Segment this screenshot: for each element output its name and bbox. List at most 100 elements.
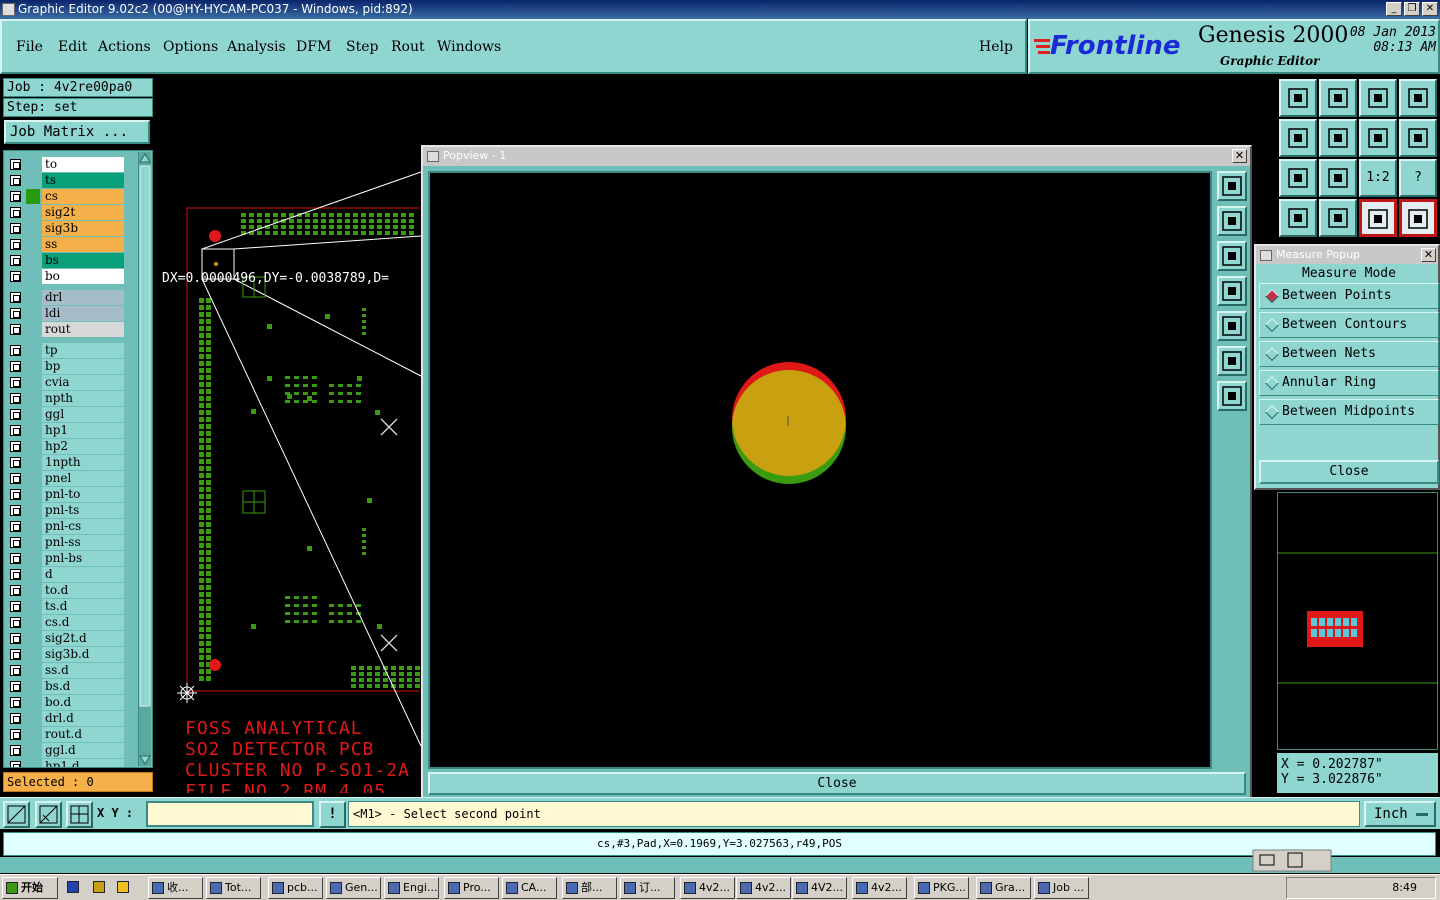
- menu-edit[interactable]: Edit: [58, 39, 87, 55]
- layer-name[interactable]: ggl.d: [42, 743, 124, 758]
- snap-point-button[interactable]: [1319, 199, 1357, 237]
- layer-name[interactable]: cs: [42, 189, 124, 204]
- popview-center-button[interactable]: [1217, 381, 1247, 411]
- layer-checkbox[interactable]: [10, 409, 21, 420]
- layer-row[interactable]: pnl-bs: [8, 551, 128, 566]
- layer-name[interactable]: hp1.d: [42, 759, 124, 767]
- layer-name[interactable]: ggl: [42, 407, 124, 422]
- measure-close-x-button[interactable]: ✕: [1421, 248, 1436, 262]
- layer-name[interactable]: ldi: [42, 306, 124, 321]
- layer-row[interactable]: sig2t: [8, 205, 128, 220]
- layer-name[interactable]: pnl-to: [42, 487, 124, 502]
- layer-row[interactable]: hp2: [8, 439, 128, 454]
- layer-checkbox[interactable]: [10, 223, 21, 234]
- layer-checkbox[interactable]: [10, 377, 21, 388]
- layer-checkbox[interactable]: [10, 175, 21, 186]
- layer-checkbox[interactable]: [10, 159, 21, 170]
- layer-name[interactable]: pnel: [42, 471, 124, 486]
- popview-down-button[interactable]: [1217, 241, 1247, 271]
- layer-row[interactable]: sig3b: [8, 221, 128, 236]
- layer-row[interactable]: ggl.d: [8, 743, 128, 758]
- layer-checkbox[interactable]: [10, 553, 21, 564]
- layer-color-button[interactable]: [1359, 199, 1397, 237]
- layer-checkbox[interactable]: [10, 537, 21, 548]
- layer-row[interactable]: to: [8, 157, 128, 172]
- warning-button[interactable]: !: [319, 801, 346, 828]
- layer-row[interactable]: sig2t.d: [8, 631, 128, 646]
- popview-close-button[interactable]: Close: [428, 772, 1246, 795]
- layer-name[interactable]: to: [42, 157, 124, 172]
- pan-up-button[interactable]: [1279, 79, 1317, 117]
- layer-row[interactable]: cs.d: [8, 615, 128, 630]
- layer-name[interactable]: bp: [42, 359, 124, 374]
- measure-option[interactable]: Between Contours: [1259, 312, 1439, 338]
- layer-name[interactable]: npth: [42, 391, 124, 406]
- menu-windows[interactable]: Windows: [437, 39, 501, 55]
- menu-analysis[interactable]: Analysis: [227, 39, 286, 55]
- layer-name[interactable]: cs.d: [42, 615, 124, 630]
- layer-checkbox[interactable]: [10, 425, 21, 436]
- ratio-button[interactable]: 1:2: [1359, 159, 1397, 197]
- taskbar-item[interactable]: PKG...: [914, 877, 969, 899]
- taskbar-item[interactable]: 4V2...: [792, 877, 847, 899]
- layer-checkbox[interactable]: [10, 761, 21, 767]
- snap-diagonal-button[interactable]: [35, 801, 62, 828]
- popview-right-button[interactable]: [1217, 311, 1247, 341]
- job-matrix-button[interactable]: Job Matrix ...: [4, 120, 150, 144]
- layer-row[interactable]: rout.d: [8, 727, 128, 742]
- layer-name[interactable]: to.d: [42, 583, 124, 598]
- layer-name[interactable]: d: [42, 567, 124, 582]
- taskbar-item[interactable]: Engi...: [384, 877, 439, 899]
- layer-checkbox[interactable]: [10, 324, 21, 335]
- menu-dfm[interactable]: DFM: [296, 39, 331, 55]
- measure-option[interactable]: Between Points: [1259, 283, 1439, 309]
- quick-launch-icon[interactable]: [90, 877, 112, 899]
- pan-right-button[interactable]: [1319, 119, 1357, 157]
- layer-name[interactable]: bs: [42, 253, 124, 268]
- layer-row[interactable]: d: [8, 567, 128, 582]
- layer-name[interactable]: bo.d: [42, 695, 124, 710]
- layer-row[interactable]: npth: [8, 391, 128, 406]
- layer-row[interactable]: bo.d: [8, 695, 128, 710]
- layer-checkbox[interactable]: [10, 745, 21, 756]
- taskbar-item[interactable]: Gen...: [326, 877, 381, 899]
- layer-name[interactable]: drl: [42, 290, 124, 305]
- taskbar-item[interactable]: 收...: [148, 877, 203, 899]
- layer-checkbox[interactable]: [10, 207, 21, 218]
- pan-left-button[interactable]: [1279, 119, 1317, 157]
- quick-launch-icon[interactable]: [64, 877, 86, 899]
- taskbar-item[interactable]: Tot...: [206, 877, 261, 899]
- home-button[interactable]: [1359, 79, 1397, 117]
- layer-checkbox[interactable]: [10, 441, 21, 452]
- layer-row[interactable]: ss: [8, 237, 128, 252]
- popview-zoom-button[interactable]: [1217, 171, 1247, 201]
- menu-rout[interactable]: Rout: [391, 39, 425, 55]
- close-window-button[interactable]: ✕: [1422, 2, 1438, 16]
- popview-up-button[interactable]: [1217, 206, 1247, 236]
- layer-name[interactable]: bs.d: [42, 679, 124, 694]
- layer-row[interactable]: bs.d: [8, 679, 128, 694]
- quick-launch-icon[interactable]: [114, 877, 136, 899]
- minimize-button[interactable]: _: [1386, 2, 1402, 16]
- layer-row[interactable]: ss.d: [8, 663, 128, 678]
- pan-down-button[interactable]: [1319, 79, 1357, 117]
- menu-actions[interactable]: Actions: [98, 39, 151, 55]
- help-button[interactable]: ?: [1399, 159, 1437, 197]
- layer-checkbox[interactable]: [10, 239, 21, 250]
- layer-name[interactable]: cvia: [42, 375, 124, 390]
- layer-name[interactable]: pnl-cs: [42, 519, 124, 534]
- layer-checkbox[interactable]: [10, 473, 21, 484]
- grid-button[interactable]: [66, 801, 93, 828]
- units-select[interactable]: Inch: [1364, 801, 1436, 827]
- start-button[interactable]: 开始: [2, 877, 58, 899]
- layer-checkbox[interactable]: [10, 255, 21, 266]
- layer-name[interactable]: hp1: [42, 423, 124, 438]
- layer-checkbox[interactable]: [10, 505, 21, 516]
- layer-name[interactable]: ts: [42, 173, 124, 188]
- layer-name[interactable]: sig2t: [42, 205, 124, 220]
- layer-name[interactable]: pnl-ts: [42, 503, 124, 518]
- layer-checkbox[interactable]: [10, 345, 21, 356]
- taskbar-item[interactable]: Pro...: [444, 877, 499, 899]
- layer-checkbox[interactable]: [10, 665, 21, 676]
- layer-row[interactable]: sig3b.d: [8, 647, 128, 662]
